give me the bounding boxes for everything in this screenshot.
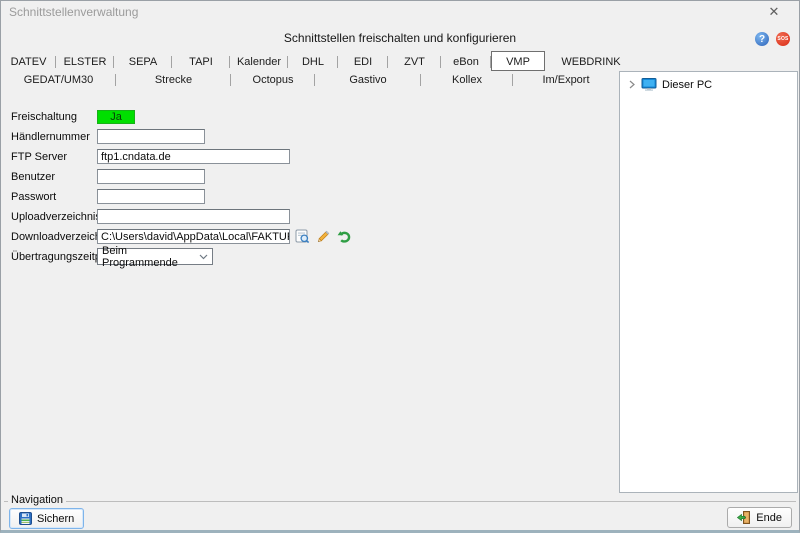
- field-label-passwort: Passwort: [11, 190, 57, 203]
- chevron-right-icon[interactable]: [628, 80, 636, 89]
- exit-door-icon: [737, 511, 751, 524]
- benutzer-input[interactable]: [97, 169, 205, 184]
- tab-kalender[interactable]: Kalender: [230, 53, 288, 71]
- field-label-downloadverzeichnis: Downloadverzeichnis: [11, 230, 115, 243]
- tab-dhl[interactable]: DHL: [288, 53, 338, 71]
- tab-bar-row2: GEDAT/UM30 Strecke Octopus Gastivo Kollex Im/…: [1, 71, 619, 89]
- form-row-passwort: Passwort: [11, 189, 471, 204]
- status-badge-freischaltung: Ja: [97, 109, 135, 124]
- form-row-downloadverzeichnis: Downloadverzeichnis C:\Users\david\AppDat…: [11, 229, 471, 244]
- tab-strecke[interactable]: Strecke: [116, 71, 231, 89]
- page-title: Schnittstellen freischalten und konfigur…: [283, 31, 517, 45]
- tab-kollex[interactable]: Kollex: [421, 71, 513, 89]
- tab-ebon[interactable]: eBon: [441, 53, 491, 71]
- uploadverzeichnis-input[interactable]: [97, 209, 290, 224]
- file-tree-panel: Dieser PC: [619, 71, 798, 493]
- undo-icon[interactable]: [337, 229, 352, 244]
- close-icon[interactable]: ✕: [757, 2, 791, 21]
- tab-vmp[interactable]: VMP: [491, 51, 545, 71]
- end-button-label: Ende: [756, 511, 782, 524]
- form-row-h-ndlernummer: Händlernummer: [11, 129, 471, 144]
- save-button-label: Sichern: [37, 512, 75, 525]
- tab-octopus[interactable]: Octopus: [231, 71, 315, 89]
- window-title: Schnittstellenverwaltung: [9, 5, 139, 19]
- passwort-input[interactable]: [97, 189, 205, 204]
- tab-edi[interactable]: EDI: [338, 53, 388, 71]
- tab-im-export[interactable]: Im/Export: [513, 71, 619, 89]
- form-row-uploadverzeichnis: Uploadverzeichnis: [11, 209, 471, 224]
- vmp-settings-form: Freischaltung Ja Händlernummer FTP Server ft…: [11, 109, 471, 269]
- ftp-server-input[interactable]: ftp1.cndata.de: [97, 149, 290, 164]
- sos-icon[interactable]: SOS: [776, 32, 790, 46]
- tab-gedat-um30[interactable]: GEDAT/UM30: [1, 71, 116, 89]
- field-label-h-ndlernummer: Händlernummer: [11, 130, 90, 143]
- titlebar: Schnittstellenverwaltung ✕: [1, 1, 799, 23]
- form-row-freischaltung: Freischaltung Ja: [11, 109, 471, 124]
- form-row-benutzer: Benutzer: [11, 169, 471, 184]
- chevron-down-icon: [199, 254, 208, 260]
- navigation-group: Navigation: [4, 494, 796, 530]
- save-button[interactable]: Sichern: [9, 508, 85, 529]
- help-icon[interactable]: ?: [755, 32, 769, 46]
- schnittstellenverwaltung-window: Schnittstellenverwaltung ✕ Schnittstelle…: [0, 0, 800, 533]
- tab-datev[interactable]: DATEV: [1, 53, 56, 71]
- pencil-icon[interactable]: [316, 229, 331, 244]
- header-icons: ? SOS: [755, 32, 790, 46]
- field-label-benutzer: Benutzer: [11, 170, 56, 183]
- tab-bar-row1: DATEV ELSTER SEPA TAPI Kalender DHL EDI ZVT eBon…: [1, 51, 799, 71]
- field-label-bertragungszeitpunkt: Übertragungszeitpunkt: [11, 250, 122, 263]
- form-row-bertragungszeitpunkt: Übertragungszeitpunkt Beim Programmende: [11, 245, 471, 269]
- navigation-group-label: Navigation: [8, 494, 66, 506]
- field-label-freischaltung: Freischaltung: [11, 110, 78, 123]
- tab-zvt[interactable]: ZVT: [388, 53, 441, 71]
- field-label-ftp-server: FTP Server: [11, 150, 68, 163]
- tab-elster[interactable]: ELSTER: [56, 53, 114, 71]
- header-band: Schnittstellen freischalten und konfigur…: [1, 23, 799, 53]
- computer-icon: [641, 78, 657, 91]
- tree-item-label: Dieser PC: [662, 78, 713, 91]
- tab-gastivo[interactable]: Gastivo: [315, 71, 421, 89]
- h-ndlernummer-input[interactable]: [97, 129, 205, 144]
- floppy-disk-icon: [19, 512, 32, 525]
- tree-item-dieser-pc[interactable]: Dieser PC: [620, 76, 797, 93]
- bertragungszeitpunkt-select[interactable]: Beim Programmende: [97, 245, 213, 269]
- tab-webdrink[interactable]: WEBDRINK: [545, 53, 637, 71]
- field-tool-icons: [295, 229, 352, 244]
- preview-icon[interactable]: [295, 229, 310, 244]
- end-button[interactable]: Ende: [727, 507, 792, 528]
- tab-sepa[interactable]: SEPA: [114, 53, 172, 71]
- form-row-ftp-server: FTP Server ftp1.cndata.de: [11, 149, 471, 164]
- field-label-uploadverzeichnis: Uploadverzeichnis: [11, 210, 101, 223]
- select-value: Beim Programmende: [102, 244, 178, 269]
- tab-tapi[interactable]: TAPI: [172, 53, 230, 71]
- downloadverzeichnis-input[interactable]: C:\Users\david\AppData\Local\FAKTURAB\Ab…: [97, 229, 290, 244]
